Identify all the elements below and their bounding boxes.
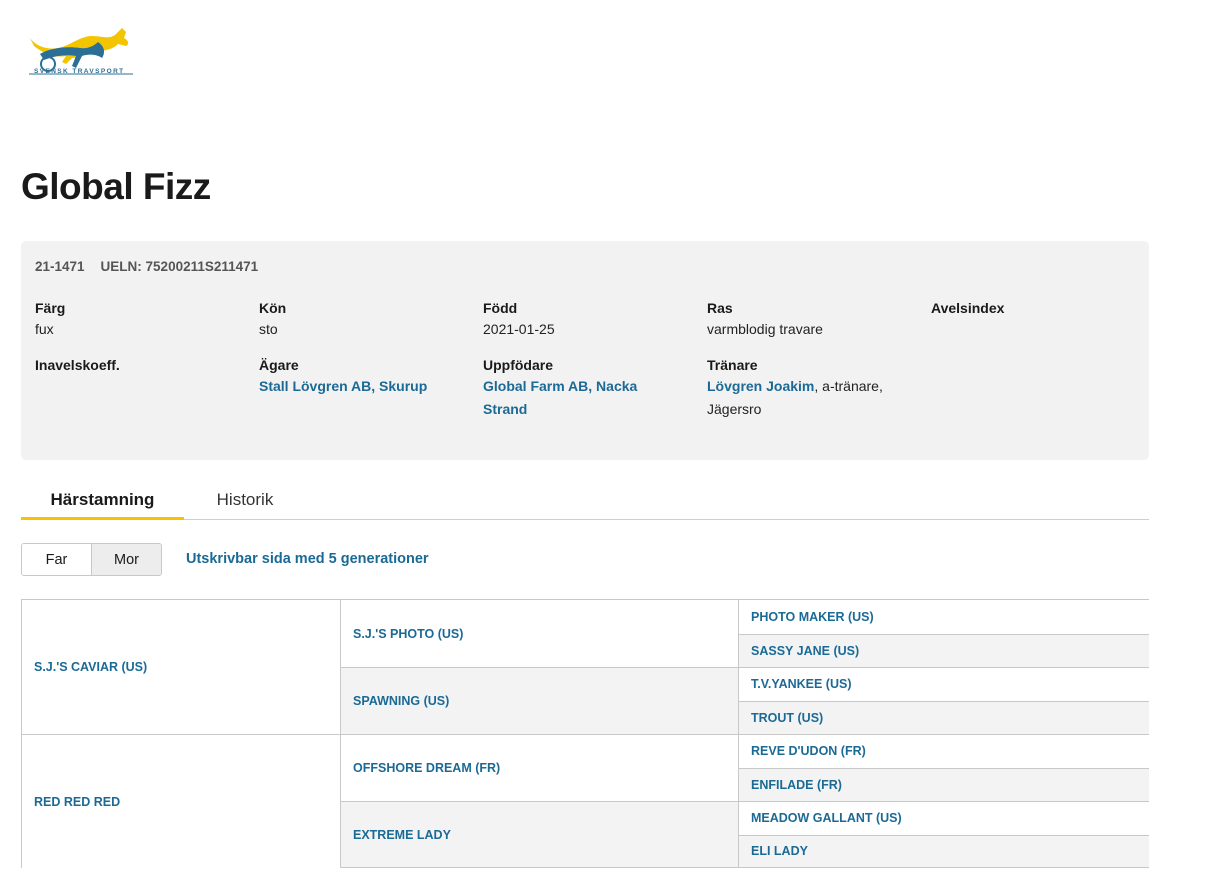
page-title: Global Fizz [21, 166, 211, 207]
owner-link[interactable]: Stall Lövgren AB, Skurup [259, 378, 427, 394]
toggle-mor-button[interactable]: Mor [92, 544, 161, 575]
pedigree-cell-gen3: ELI LADY [738, 834, 1149, 867]
pedigree-horse-link[interactable]: MEADOW GALLANT (US) [751, 811, 902, 825]
pedigree-cell-gen3: REVE D'UDON (FR) [738, 734, 1149, 768]
tab-pedigree[interactable]: Härstamning [21, 490, 184, 520]
field-breeding-index-label: Avelsindex [931, 300, 1005, 316]
pedigree-horse-link[interactable]: OFFSHORE DREAM (FR) [353, 761, 500, 775]
pedigree-cell-dam: RED RED RED [22, 734, 340, 868]
pedigree-horse-link[interactable]: S.J.'S PHOTO (US) [353, 627, 463, 641]
pedigree-cell-gen2: SPAWNING (US) [340, 667, 738, 734]
breeder-link[interactable]: Global Farm AB, Nacka Strand [483, 378, 637, 417]
field-breed-label: Ras [707, 300, 733, 316]
field-inbreeding: Inavelskoeff. [35, 356, 245, 374]
pedigree-horse-link[interactable]: SASSY JANE (US) [751, 644, 859, 658]
horse-info-panel: 21-1471 UELN: 75200211S211471 Färg fux Kö… [21, 241, 1149, 460]
field-born-value: 2021-01-25 [483, 321, 555, 337]
pedigree-horse-link[interactable]: ELI LADY [751, 844, 808, 858]
registration-number: 21-1471 [35, 259, 85, 274]
pedigree-horse-link[interactable]: REVE D'UDON (FR) [751, 744, 866, 758]
field-trainer-label: Tränare [707, 357, 758, 373]
field-breed-value: varmblodig travare [707, 321, 823, 337]
field-color-value: fux [35, 321, 54, 337]
pedigree-cell-gen2: EXTREME LADY [340, 801, 738, 867]
pedigree-horse-link[interactable]: RED RED RED [34, 795, 120, 809]
pedigree-horse-link[interactable]: ENFILADE (FR) [751, 778, 842, 792]
field-color-label: Färg [35, 300, 66, 316]
field-sex-label: Kön [259, 300, 287, 316]
pedigree-horse-link[interactable]: SPAWNING (US) [353, 694, 449, 708]
field-trainer: Tränare Lövgren Joakim, a-tränare, Jäger… [707, 356, 897, 421]
field-sex-value: sto [259, 321, 278, 337]
pedigree-horse-link[interactable]: EXTREME LADY [353, 828, 451, 842]
field-breeder: Uppfödare Global Farm AB, Nacka Strand [483, 356, 663, 421]
pedigree-cell-gen3: PHOTO MAKER (US) [738, 600, 1149, 634]
field-color: Färg fux [35, 299, 245, 341]
pedigree-cell-sire: S.J.'S CAVIAR (US) [22, 600, 340, 734]
field-owner-label: Ägare [259, 357, 299, 373]
pedigree-cell-gen2: S.J.'S PHOTO (US) [340, 600, 738, 667]
field-inbreeding-label: Inavelskoeff. [35, 357, 120, 373]
ueln-number: UELN: 75200211S211471 [100, 259, 259, 274]
trainer-link[interactable]: Lövgren Joakim [707, 378, 814, 394]
horse-identifiers: 21-1471 UELN: 75200211S211471 [35, 259, 274, 274]
field-born: Född 2021-01-25 [483, 299, 693, 341]
field-breeder-label: Uppfödare [483, 357, 553, 373]
printable-pedigree-link[interactable]: Utskrivbar sida med 5 generationer [186, 551, 429, 567]
logo-text: SVENSK TRAVSPORT [34, 68, 125, 75]
pedigree-side-toggle: Far Mor [21, 543, 162, 576]
field-born-label: Född [483, 300, 518, 316]
field-breeding-index: Avelsindex [931, 299, 1141, 317]
pedigree-cell-gen3: SASSY JANE (US) [738, 633, 1149, 667]
pedigree-horse-link[interactable]: T.V.YANKEE (US) [751, 677, 852, 691]
field-breed: Ras varmblodig travare [707, 299, 917, 341]
field-sex: Kön sto [259, 299, 469, 341]
toggle-far-button[interactable]: Far [22, 544, 92, 575]
tab-bar: Härstamning Historik [21, 485, 1149, 520]
pedigree-cell-gen3: T.V.YANKEE (US) [738, 667, 1149, 701]
pedigree-cell-gen3: ENFILADE (FR) [738, 767, 1149, 801]
pedigree-horse-link[interactable]: S.J.'S CAVIAR (US) [34, 660, 147, 674]
pedigree-horse-link[interactable]: PHOTO MAKER (US) [751, 610, 874, 624]
pedigree-cell-gen2: OFFSHORE DREAM (FR) [340, 734, 738, 801]
pedigree-cell-gen3: MEADOW GALLANT (US) [738, 801, 1149, 835]
pedigree-table: S.J.'S CAVIAR (US) RED RED RED S.J.'S PH… [21, 599, 1149, 868]
tab-history[interactable]: Historik [193, 490, 297, 520]
pedigree-cell-gen3: TROUT (US) [738, 700, 1149, 734]
pedigree-horse-link[interactable]: TROUT (US) [751, 711, 823, 725]
field-owner: Ägare Stall Lövgren AB, Skurup [259, 356, 469, 398]
